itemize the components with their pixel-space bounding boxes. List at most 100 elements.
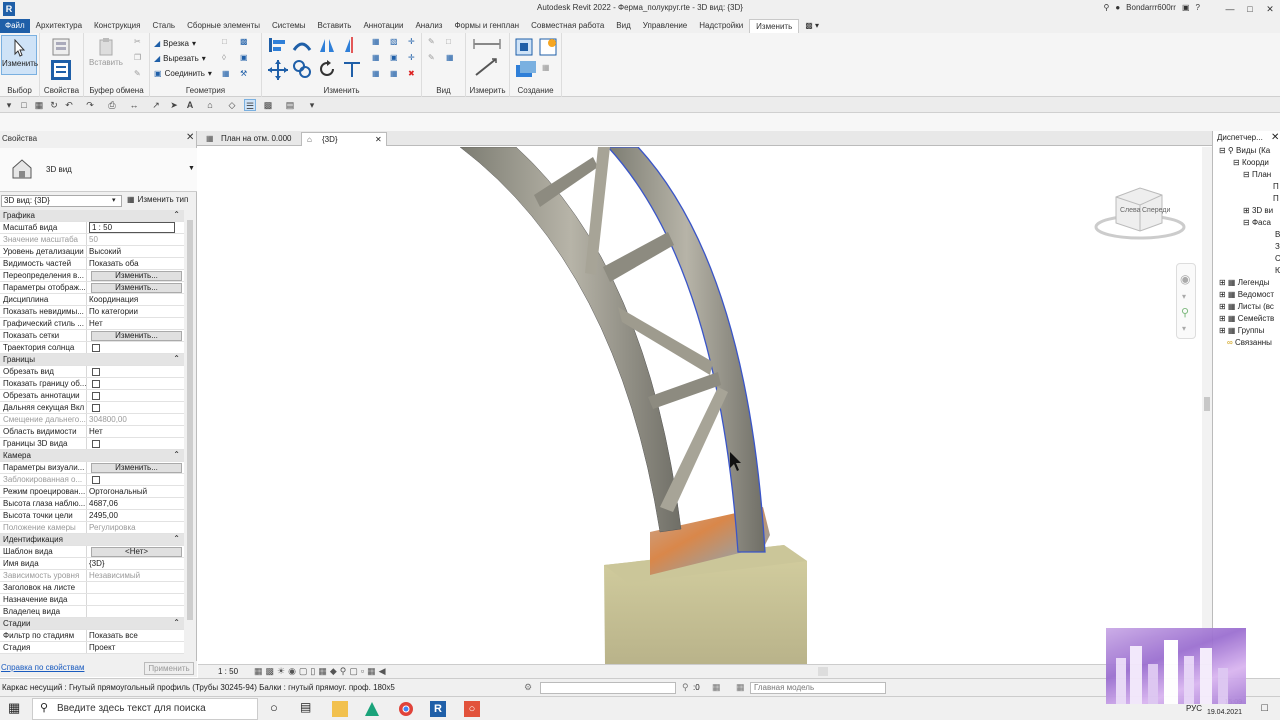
property-value[interactable] — [87, 342, 184, 353]
property-value[interactable]: Высокий — [87, 246, 184, 257]
scroll-thumb[interactable] — [1204, 397, 1210, 411]
tab-massing[interactable]: Формы и генплан — [448, 19, 525, 33]
cart-icon[interactable]: ▣ — [1182, 3, 1190, 12]
create-assembly-icon[interactable] — [514, 37, 534, 57]
tree-node[interactable]: З — [1275, 242, 1280, 251]
property-checkbox[interactable] — [92, 392, 100, 400]
3d-viewport[interactable]: Слева Спереди ◉ ▾ ⚲ ▾ — [198, 147, 1202, 664]
close-tab-icon[interactable]: ✕ — [375, 133, 382, 147]
mirror-axis-icon[interactable] — [317, 36, 337, 54]
undo-icon[interactable]: ↶ — [63, 99, 75, 111]
rotate-icon[interactable] — [317, 59, 337, 79]
tree-node-links[interactable]: ∞ Связанны — [1227, 338, 1272, 347]
property-value[interactable]: 1 : 50 — [87, 222, 184, 233]
tab-modify[interactable]: Изменить — [749, 19, 800, 33]
property-value[interactable]: Координация — [87, 294, 184, 305]
property-group-header[interactable]: Графика ⌃ — [0, 210, 184, 222]
property-value[interactable]: Нет — [87, 426, 184, 437]
windows-start-icon[interactable]: ▦ — [8, 700, 20, 716]
delete-icon[interactable]: ✖ — [408, 69, 421, 82]
switch-windows-icon[interactable]: ▤ — [284, 99, 296, 111]
measure-icon[interactable] — [472, 37, 502, 51]
canvas-scrollbar[interactable] — [1202, 147, 1212, 664]
select-dropdown-icon[interactable]: ▾ — [3, 99, 15, 111]
move-icon[interactable] — [267, 59, 289, 81]
notifications-icon[interactable]: □ — [1261, 702, 1268, 714]
split-face-icon[interactable]: □ — [222, 37, 235, 50]
property-edit-button[interactable]: Изменить... — [91, 331, 182, 341]
redo-icon[interactable]: ↷ — [84, 99, 96, 111]
unjoin-icon[interactable]: ▦ — [222, 69, 235, 82]
3d-view-icon[interactable]: ⌂ — [204, 99, 216, 111]
paint-icon[interactable]: ◊ — [222, 53, 235, 66]
create-group-icon[interactable] — [514, 59, 538, 79]
property-checkbox[interactable] — [92, 440, 100, 448]
dimension-qat-icon[interactable]: ↗ — [150, 99, 162, 111]
filter-status-icon[interactable]: ⚲ — [682, 682, 689, 693]
tab-floor-plan[interactable]: ▦ План на отм. 0.000 — [201, 132, 299, 146]
chrome-icon[interactable] — [398, 701, 414, 717]
tab-3d[interactable]: ⌂ {3D} ✕ — [301, 132, 387, 146]
help-icon[interactable]: ? — [1196, 3, 1200, 12]
tab-view[interactable]: Вид — [610, 19, 636, 33]
tree-node-families[interactable]: ⊞ ▦ Семейств — [1219, 314, 1274, 323]
property-value[interactable] — [87, 474, 184, 485]
property-value[interactable]: {3D} — [87, 558, 184, 569]
save-icon[interactable]: ▦ — [33, 99, 45, 111]
hammer-icon[interactable]: ⚒ — [240, 69, 253, 82]
array-icon[interactable]: ▦ — [372, 53, 385, 66]
property-value[interactable]: Регулировка — [87, 522, 184, 533]
property-group-header[interactable]: Границы ⌃ — [0, 354, 184, 366]
tab-architecture[interactable]: Архитектура — [30, 19, 88, 33]
design-option-dropdown[interactable]: Главная модель — [750, 682, 886, 694]
web-member[interactable] — [660, 387, 728, 512]
tab-precast[interactable]: Сборные элементы — [181, 19, 266, 33]
measure-qat-icon[interactable]: ↔ — [128, 99, 140, 111]
properties-scrollbar[interactable] — [185, 210, 195, 658]
match-icon[interactable]: ✎ — [134, 69, 147, 82]
copy-icon[interactable]: ❐ — [134, 53, 147, 66]
tab-analyze[interactable]: Анализ — [409, 19, 448, 33]
tab-addins[interactable]: Надстройки — [693, 19, 749, 33]
similar-icon[interactable]: ▦ — [542, 63, 555, 76]
mirror-draw-icon[interactable] — [342, 36, 362, 54]
zoom-icon[interactable]: ⚲ — [1181, 306, 1189, 319]
property-edit-button[interactable]: <Нет> — [91, 547, 182, 557]
close-icon[interactable]: ✕ — [1271, 132, 1279, 143]
property-edit-button[interactable]: Изменить... — [91, 271, 182, 281]
linework-icon[interactable]: ✎ — [428, 53, 441, 66]
web-member[interactable] — [603, 232, 674, 282]
sync-icon[interactable]: ↻ — [48, 99, 60, 111]
design-options-icon[interactable]: ▦ — [712, 682, 721, 693]
property-value[interactable]: Показать оба — [87, 258, 184, 269]
property-value[interactable]: Изменить... — [87, 282, 184, 293]
file-explorer-icon[interactable] — [332, 701, 348, 717]
property-value[interactable] — [87, 390, 184, 401]
print-icon[interactable]: ⎙ — [106, 99, 118, 111]
tab-file[interactable]: Файл — [0, 19, 30, 33]
tag-icon[interactable]: ➤ — [168, 99, 180, 111]
tree-node[interactable]: П — [1273, 182, 1279, 191]
property-group-header[interactable]: Стадии ⌃ — [0, 618, 184, 630]
dimension-icon[interactable] — [474, 57, 498, 77]
user-icon[interactable]: ● — [1115, 3, 1120, 12]
revit-taskbar-icon[interactable]: R — [430, 701, 446, 717]
apply-button[interactable]: Применить — [144, 662, 194, 675]
scale-icon[interactable]: ▣ — [390, 53, 403, 66]
property-checkbox[interactable] — [92, 344, 100, 352]
collapse-icon[interactable]: ⌃ — [173, 618, 180, 629]
view-control-icons[interactable]: ▦▩☀◉▢▯▦◆⚲▢▫▦◀ — [254, 666, 389, 677]
viewcube-front-label[interactable]: Спереди — [1142, 207, 1170, 214]
property-value[interactable] — [87, 606, 184, 617]
close-icon[interactable]: ✕ — [186, 132, 194, 143]
tree-node-groups[interactable]: ⊞ ▦ Группы — [1219, 326, 1264, 335]
property-value[interactable]: Изменить... — [87, 330, 184, 341]
filter-icon[interactable]: ▦ — [446, 53, 459, 66]
tree-node-schedules[interactable]: ⊞ ▦ Ведомост — [1219, 290, 1274, 299]
view-scale[interactable]: 1 : 50 — [218, 667, 238, 676]
tree-node[interactable]: ⊟ Фаса — [1243, 218, 1271, 227]
hide-icon[interactable]: □ — [446, 37, 459, 50]
tab-structure[interactable]: Конструкция — [88, 19, 146, 33]
tab-steel[interactable]: Сталь — [146, 19, 181, 33]
property-value[interactable]: 4687,06 — [87, 498, 184, 509]
